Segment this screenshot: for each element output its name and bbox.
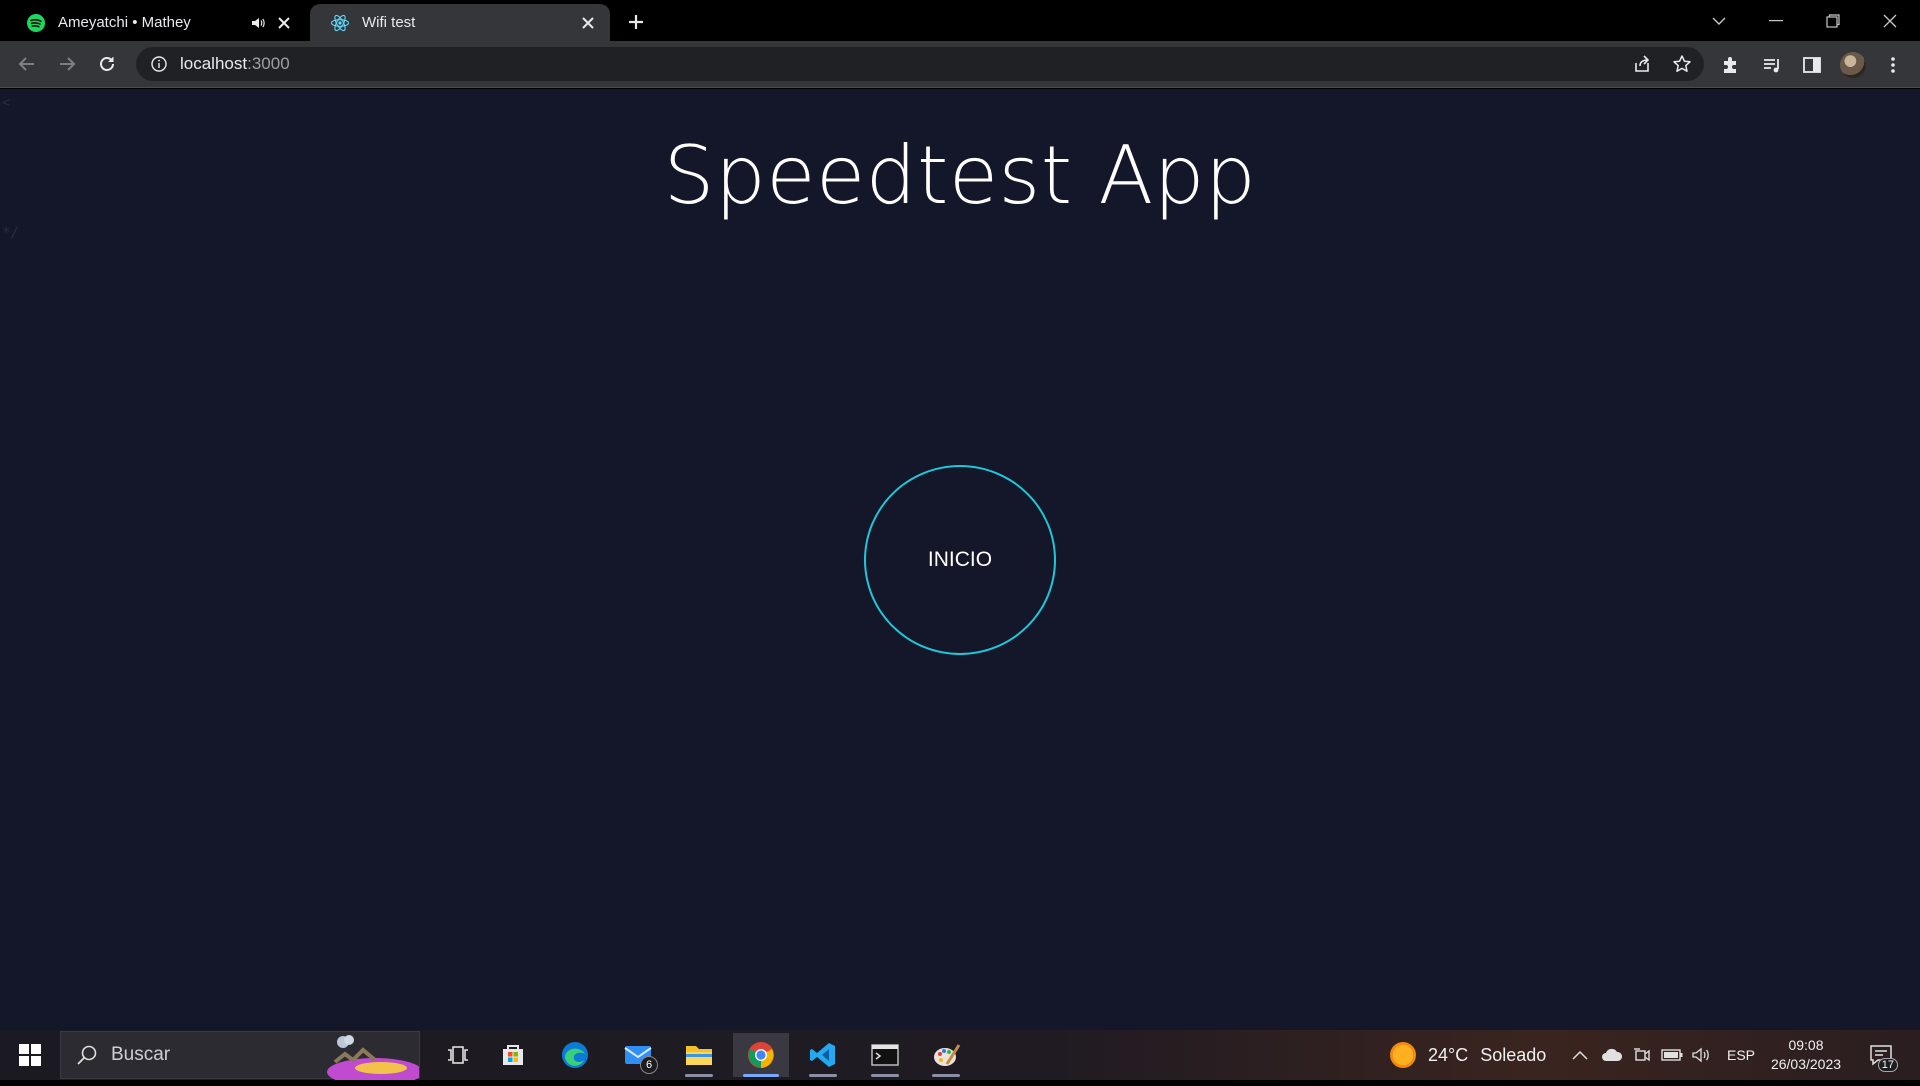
chevron-up-icon[interactable] — [1568, 1043, 1592, 1067]
taskbar: Buscar 6 24°C Soleado ESP 09:08 26/03/20… — [0, 1030, 1920, 1086]
tab-wifi-test[interactable]: Wifi test — [310, 4, 610, 41]
tab-strip: Ameyatchi • Mathey Wifi test — [0, 0, 1920, 41]
taskbar-search[interactable]: Buscar — [60, 1031, 423, 1086]
system-clock[interactable]: 09:08 26/03/2023 — [1765, 1036, 1847, 1074]
task-view-icon[interactable] — [430, 1033, 486, 1077]
start-button-label: INICIO — [927, 548, 993, 571]
media-control-icon[interactable] — [1757, 50, 1787, 80]
bookmark-star-icon[interactable] — [1668, 50, 1696, 78]
reload-icon[interactable] — [91, 48, 123, 80]
meet-now-icon[interactable] — [1630, 1043, 1654, 1067]
new-tab-button[interactable] — [622, 8, 650, 36]
close-window-icon[interactable] — [1862, 0, 1918, 41]
stray-text: */ — [2, 225, 19, 241]
clock-date: 26/03/2023 — [1770, 1056, 1842, 1072]
vscode-icon[interactable] — [795, 1033, 851, 1077]
site-info-icon[interactable] — [150, 55, 168, 73]
windows-start-icon[interactable] — [10, 1040, 50, 1070]
profile-avatar[interactable] — [1838, 50, 1868, 80]
weather-widget[interactable]: 24°C Soleado — [1390, 1030, 1546, 1080]
edge-icon[interactable] — [547, 1033, 603, 1077]
restore-icon[interactable] — [1805, 0, 1861, 41]
address-bar[interactable]: localhost:3000 — [136, 47, 1704, 81]
url-port: :3000 — [247, 54, 290, 73]
start-button[interactable]: INICIO — [864, 465, 1056, 655]
page-content: < */ Speedtest App INICIO — [0, 89, 1920, 1030]
share-icon[interactable] — [1628, 50, 1656, 78]
notification-count: 17 — [1877, 1058, 1898, 1072]
weather-condition: Soleado — [1480, 1044, 1547, 1065]
extensions-icon[interactable] — [1716, 50, 1746, 80]
speaker-icon[interactable] — [248, 13, 268, 33]
chrome-icon[interactable] — [733, 1033, 789, 1077]
tab-title: Wifi test — [362, 14, 416, 31]
onedrive-icon[interactable] — [1600, 1043, 1624, 1067]
url-host: localhost — [180, 54, 248, 73]
weather-temp: 24°C — [1428, 1044, 1469, 1065]
search-placeholder: Buscar — [111, 1044, 171, 1065]
avatar — [1840, 52, 1866, 78]
minimize-icon[interactable] — [1748, 0, 1804, 41]
paint-icon[interactable] — [918, 1033, 974, 1077]
file-explorer-icon[interactable] — [671, 1033, 727, 1077]
spotify-icon — [26, 13, 46, 33]
tab-spotify[interactable]: Ameyatchi • Mathey — [6, 4, 306, 41]
side-panel-icon[interactable] — [1797, 50, 1827, 80]
sun-icon — [1390, 1042, 1416, 1068]
tab-search-icon[interactable] — [1691, 0, 1747, 41]
input-language[interactable]: ESP — [1727, 1030, 1755, 1080]
menu-icon[interactable] — [1878, 50, 1908, 80]
notifications-icon[interactable]: 17 — [1866, 1041, 1898, 1072]
clock-time: 09:08 — [1788, 1037, 1824, 1053]
mail-badge: 6 — [640, 1056, 658, 1074]
search-icon — [75, 1043, 99, 1067]
microsoft-store-icon[interactable] — [485, 1033, 541, 1077]
search-highlight-illustration — [315, 1032, 423, 1086]
back-icon[interactable] — [11, 48, 43, 80]
forward-icon[interactable] — [51, 48, 83, 80]
react-icon — [330, 13, 350, 33]
tab-title: Ameyatchi • Mathey — [58, 14, 191, 31]
browser-toolbar: localhost:3000 — [0, 41, 1920, 88]
close-icon[interactable] — [274, 13, 294, 33]
close-icon[interactable] — [578, 13, 598, 33]
stray-text: < — [2, 95, 11, 111]
battery-icon[interactable] — [1660, 1043, 1684, 1067]
page-title: Speedtest App — [663, 129, 1257, 222]
terminal-icon[interactable] — [857, 1033, 913, 1077]
mail-icon[interactable]: 6 — [610, 1033, 666, 1077]
volume-icon[interactable] — [1690, 1043, 1714, 1067]
